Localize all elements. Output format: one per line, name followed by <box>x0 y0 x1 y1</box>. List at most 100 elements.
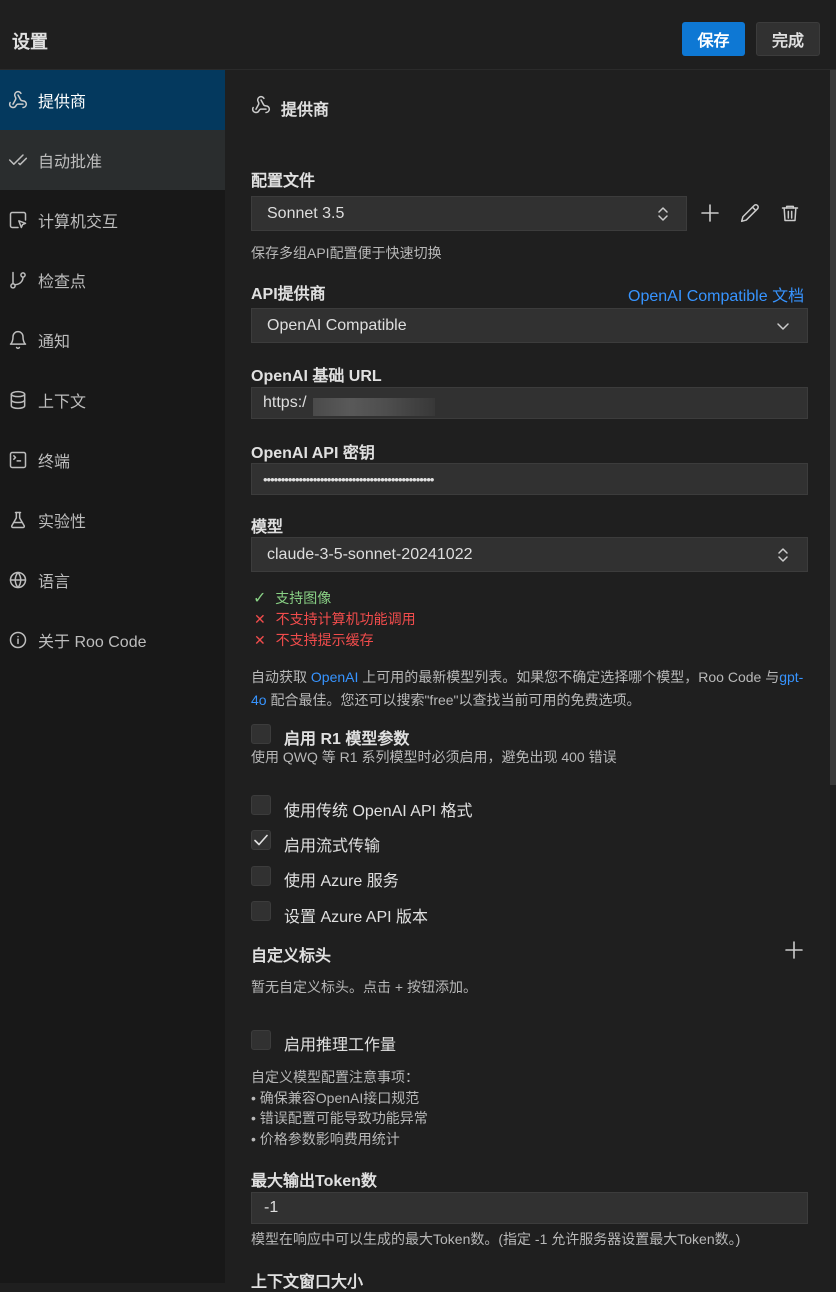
sidebar-item-context[interactable]: 上下文 <box>0 370 225 430</box>
check-icon: ✓ <box>253 590 267 607</box>
provider-select[interactable]: OpenAI Compatible <box>251 308 808 343</box>
flask-icon <box>8 510 28 530</box>
delete-profile-icon[interactable] <box>780 203 800 223</box>
section-webhook-icon <box>251 95 271 115</box>
model-label: 模型 <box>251 519 284 536</box>
capability-computer-use: ✕ 不支持计算机功能调用 <box>254 609 416 629</box>
chevron-up-down-icon <box>656 206 670 222</box>
api-key-label: OpenAI API 密钥 <box>251 445 375 462</box>
settings-sidebar: 提供商 自动批准 计算机交互 检查点 通知 上下文 终端 实验性 语言 关于 R… <box>0 70 225 1283</box>
sidebar-item-label: 上下文 <box>38 394 87 411</box>
page-title: 设置 <box>12 32 48 52</box>
add-profile-icon[interactable] <box>700 203 720 223</box>
sidebar-item-label: 提供商 <box>38 94 87 111</box>
sidebar-item-experimental[interactable]: 实验性 <box>0 490 225 550</box>
notes-item: • 价格参数影响费用统计 <box>251 1130 400 1147</box>
model-select[interactable]: claude-3-5-sonnet-20241022 <box>251 537 808 572</box>
sidebar-item-notifications[interactable]: 通知 <box>0 310 225 370</box>
globe-icon <box>8 570 28 590</box>
sidebar-item-auto-approve[interactable]: 自动批准 <box>0 130 225 190</box>
sidebar-item-label: 计算机交互 <box>38 214 119 231</box>
sidebar-item-label: 实验性 <box>38 514 87 531</box>
terminal-icon <box>8 450 28 470</box>
model-value: claude-3-5-sonnet-20241022 <box>267 545 473 563</box>
context-window-label: 上下文窗口大小 <box>251 1274 364 1291</box>
notes-item: • 错误配置可能导致功能异常 <box>251 1110 428 1126</box>
api-key-input[interactable]: ••••••••••••••••••••••••••••••••••••••••… <box>251 463 808 495</box>
custom-headers-empty: 暂无自定义标头。点击 + 按钮添加。 <box>251 979 477 995</box>
capability-text: 不支持计算机功能调用 <box>275 611 416 627</box>
edit-profile-icon[interactable] <box>740 203 760 223</box>
max-tokens-value: -1 <box>264 1199 279 1216</box>
r1-desc: 使用 QWQ 等 R1 系列模型时必须启用，避免出现 400 错误 <box>251 749 617 765</box>
done-button[interactable]: 完成 <box>756 22 820 56</box>
custom-headers-label: 自定义标头 <box>251 948 332 965</box>
azure-version-label: 设置 Azure API 版本 <box>284 909 429 926</box>
sidebar-item-terminal[interactable]: 终端 <box>0 430 225 490</box>
x-icon: ✕ <box>254 632 266 648</box>
r1-checkbox[interactable] <box>251 724 271 744</box>
save-button[interactable]: 保存 <box>682 22 745 56</box>
sidebar-item-label: 语言 <box>38 574 71 591</box>
max-tokens-desc: 模型在响应中可以生成的最大Token数。(指定 -1 允许服务器设置最大Toke… <box>251 1231 741 1247</box>
sidebar-item-providers[interactable]: 提供商 <box>0 70 225 130</box>
sidebar-item-checkpoints[interactable]: 检查点 <box>0 250 225 310</box>
max-tokens-input[interactable]: -1 <box>251 1192 808 1224</box>
sidebar-item-computer-use[interactable]: 计算机交互 <box>0 190 225 250</box>
profile-select[interactable]: Sonnet 3.5 <box>251 196 687 231</box>
check-check-icon <box>8 150 28 170</box>
legacy-format-label: 使用传统 OpenAI API 格式 <box>284 803 473 820</box>
r1-label: 启用 R1 模型参数 <box>284 731 410 748</box>
streaming-label: 启用流式传输 <box>284 838 381 855</box>
capability-text: 支持图像 <box>275 590 332 606</box>
sidebar-item-about[interactable]: 关于 Roo Code <box>0 610 225 670</box>
max-tokens-label: 最大输出Token数 <box>251 1173 377 1190</box>
reasoning-label: 启用推理工作量 <box>284 1037 397 1054</box>
database-icon <box>8 390 28 410</box>
scrollbar[interactable] <box>830 70 836 785</box>
chevron-down-icon <box>776 321 790 331</box>
azure-version-checkbox[interactable] <box>251 901 271 921</box>
add-header-icon[interactable] <box>784 940 804 960</box>
reasoning-checkbox[interactable] <box>251 1030 271 1050</box>
webhook-icon <box>8 90 28 110</box>
settings-header: 设置 保存 完成 <box>0 0 836 70</box>
sidebar-item-label: 通知 <box>38 334 71 351</box>
info-text: 配合最佳。您还可以搜索"free"以查找当前可用的免费选项。 <box>266 692 641 708</box>
sidebar-item-label: 关于 Roo Code <box>38 634 147 651</box>
model-info-text: 自动获取 OpenAI 上可用的最新模型列表。如果您不确定选择哪个模型，Roo … <box>251 666 811 712</box>
sidebar-item-label: 检查点 <box>38 274 87 291</box>
azure-label: 使用 Azure 服务 <box>284 873 399 890</box>
azure-checkbox[interactable] <box>251 866 271 886</box>
capability-prompt-cache: ✕ 不支持提示缓存 <box>254 630 374 650</box>
model-notes: 自定义模型配置注意事项： • 确保兼容OpenAI接口规范 • 错误配置可能导致… <box>251 1067 428 1149</box>
profile-label: 配置文件 <box>251 173 316 190</box>
base-url-value: https:/ <box>263 394 307 411</box>
info-text: 自动获取 <box>251 669 311 685</box>
legacy-format-checkbox[interactable] <box>251 795 271 815</box>
checkmark-icon <box>254 834 268 846</box>
info-text: 上可用的最新模型列表。如果您不确定选择哪个模型，Roo Code 与 <box>358 669 780 685</box>
capability-text: 不支持提示缓存 <box>275 632 374 648</box>
x-icon: ✕ <box>254 611 266 627</box>
provider-doc-link[interactable]: OpenAI Compatible 文档 <box>628 282 804 306</box>
info-icon <box>8 630 28 650</box>
sidebar-item-label: 自动批准 <box>38 154 103 171</box>
profile-hint: 保存多组API配置便于快速切换 <box>251 245 442 261</box>
api-key-value: ••••••••••••••••••••••••••••••••••••••••… <box>263 471 434 487</box>
provider-value: OpenAI Compatible <box>267 316 407 334</box>
provider-label: API提供商 <box>251 286 326 303</box>
sidebar-item-language[interactable]: 语言 <box>0 550 225 610</box>
git-branch-icon <box>8 270 28 290</box>
profile-value: Sonnet 3.5 <box>267 204 345 222</box>
openai-link[interactable]: OpenAI <box>311 669 358 685</box>
notes-title: 自定义模型配置注意事项： <box>251 1069 419 1085</box>
section-title: 提供商 <box>281 102 330 119</box>
notes-item: • 确保兼容OpenAI接口规范 <box>251 1089 420 1106</box>
sidebar-item-label: 终端 <box>38 454 71 471</box>
streaming-checkbox[interactable] <box>251 830 271 850</box>
redacted-url-blur <box>313 398 435 416</box>
bell-icon <box>8 330 28 350</box>
capability-images: ✓ 支持图像 <box>253 588 331 608</box>
base-url-label: OpenAI 基础 URL <box>251 368 382 385</box>
